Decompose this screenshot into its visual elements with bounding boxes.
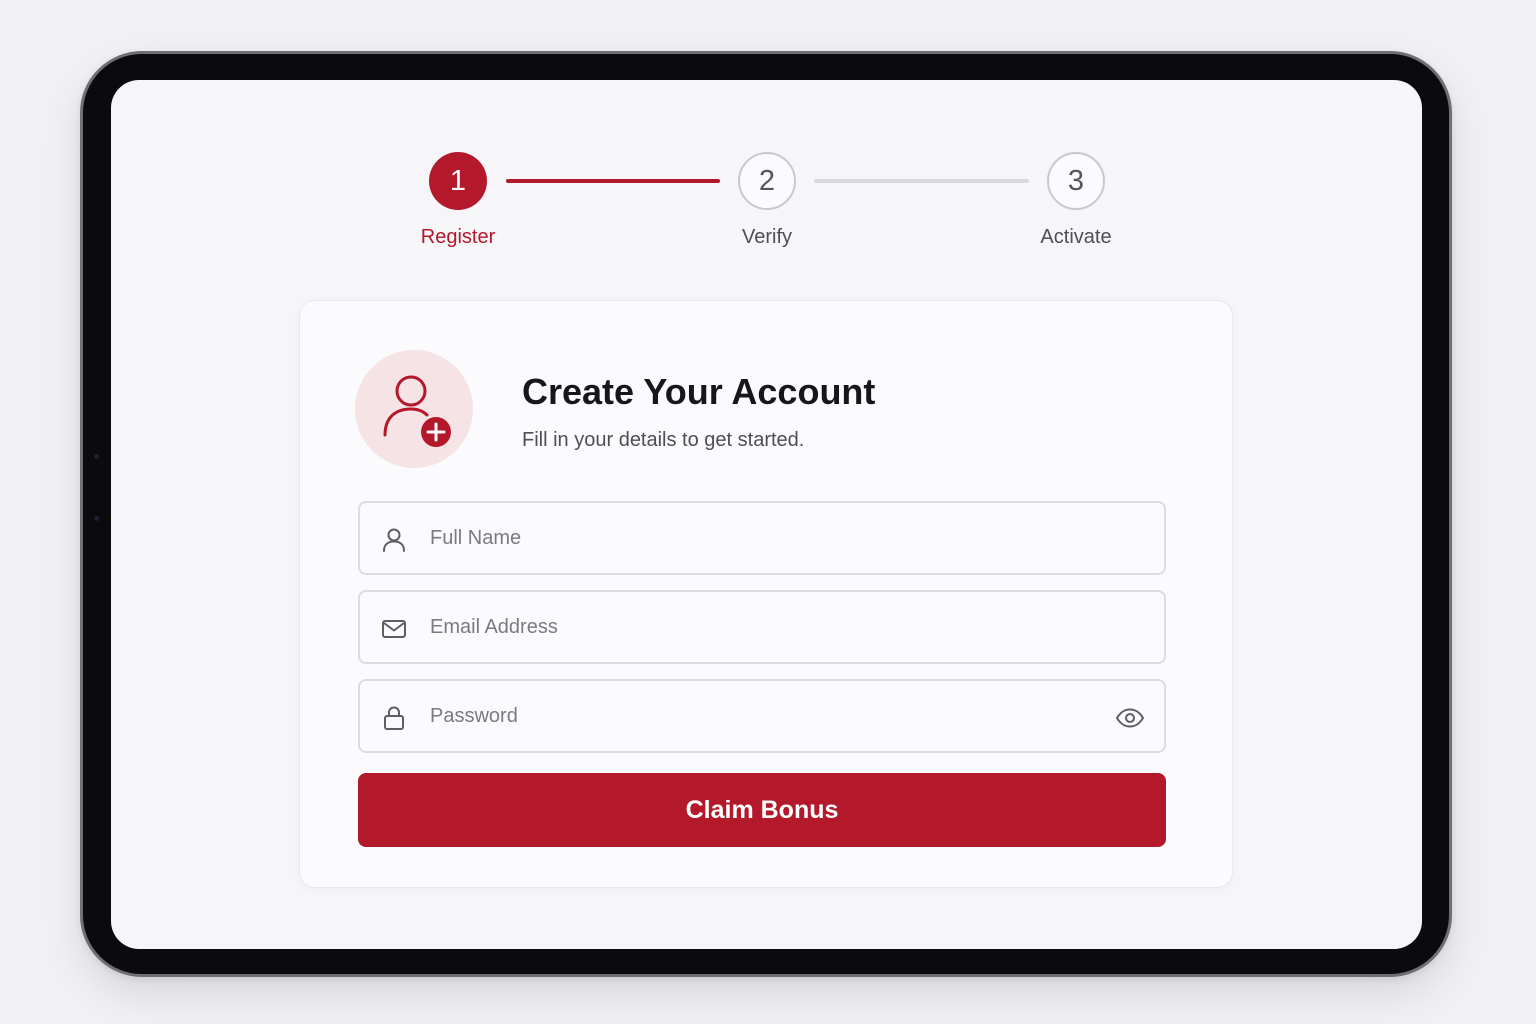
avatar-badge xyxy=(355,350,473,468)
card-title: Create Your Account xyxy=(522,371,876,412)
tablet-screen: 1 Register 2 Verify 3 Activate Create Yo… xyxy=(111,80,1422,949)
step-1-circle[interactable]: 1 xyxy=(429,152,487,210)
stepper-line-pending xyxy=(814,179,1029,183)
full-name-field[interactable] xyxy=(358,501,1166,575)
device-side-sensor xyxy=(94,454,99,459)
step-2-label: Verify xyxy=(741,226,793,248)
user-icon xyxy=(383,528,405,552)
mail-icon xyxy=(382,620,406,638)
email-input[interactable] xyxy=(430,592,1090,662)
password-input[interactable] xyxy=(430,681,1090,751)
tablet-device-frame: 1 Register 2 Verify 3 Activate Create Yo… xyxy=(80,51,1452,977)
full-name-input[interactable] xyxy=(430,503,1090,573)
step-1-label: Register xyxy=(420,226,496,248)
create-account-card: Create Your Account Fill in your details… xyxy=(299,300,1233,888)
card-subtitle: Fill in your details to get started. xyxy=(522,429,805,451)
eye-icon[interactable] xyxy=(1114,702,1146,734)
user-plus-icon xyxy=(383,375,451,447)
password-field[interactable] xyxy=(358,679,1166,753)
step-3-label: Activate xyxy=(1040,226,1112,248)
step-3-circle[interactable]: 3 xyxy=(1047,152,1105,210)
stepper-line-completed xyxy=(506,179,720,183)
lock-icon xyxy=(384,706,404,730)
email-field[interactable] xyxy=(358,590,1166,664)
step-2-circle[interactable]: 2 xyxy=(738,152,796,210)
claim-bonus-button[interactable]: Claim Bonus xyxy=(358,773,1166,847)
device-side-sensor xyxy=(94,516,99,521)
